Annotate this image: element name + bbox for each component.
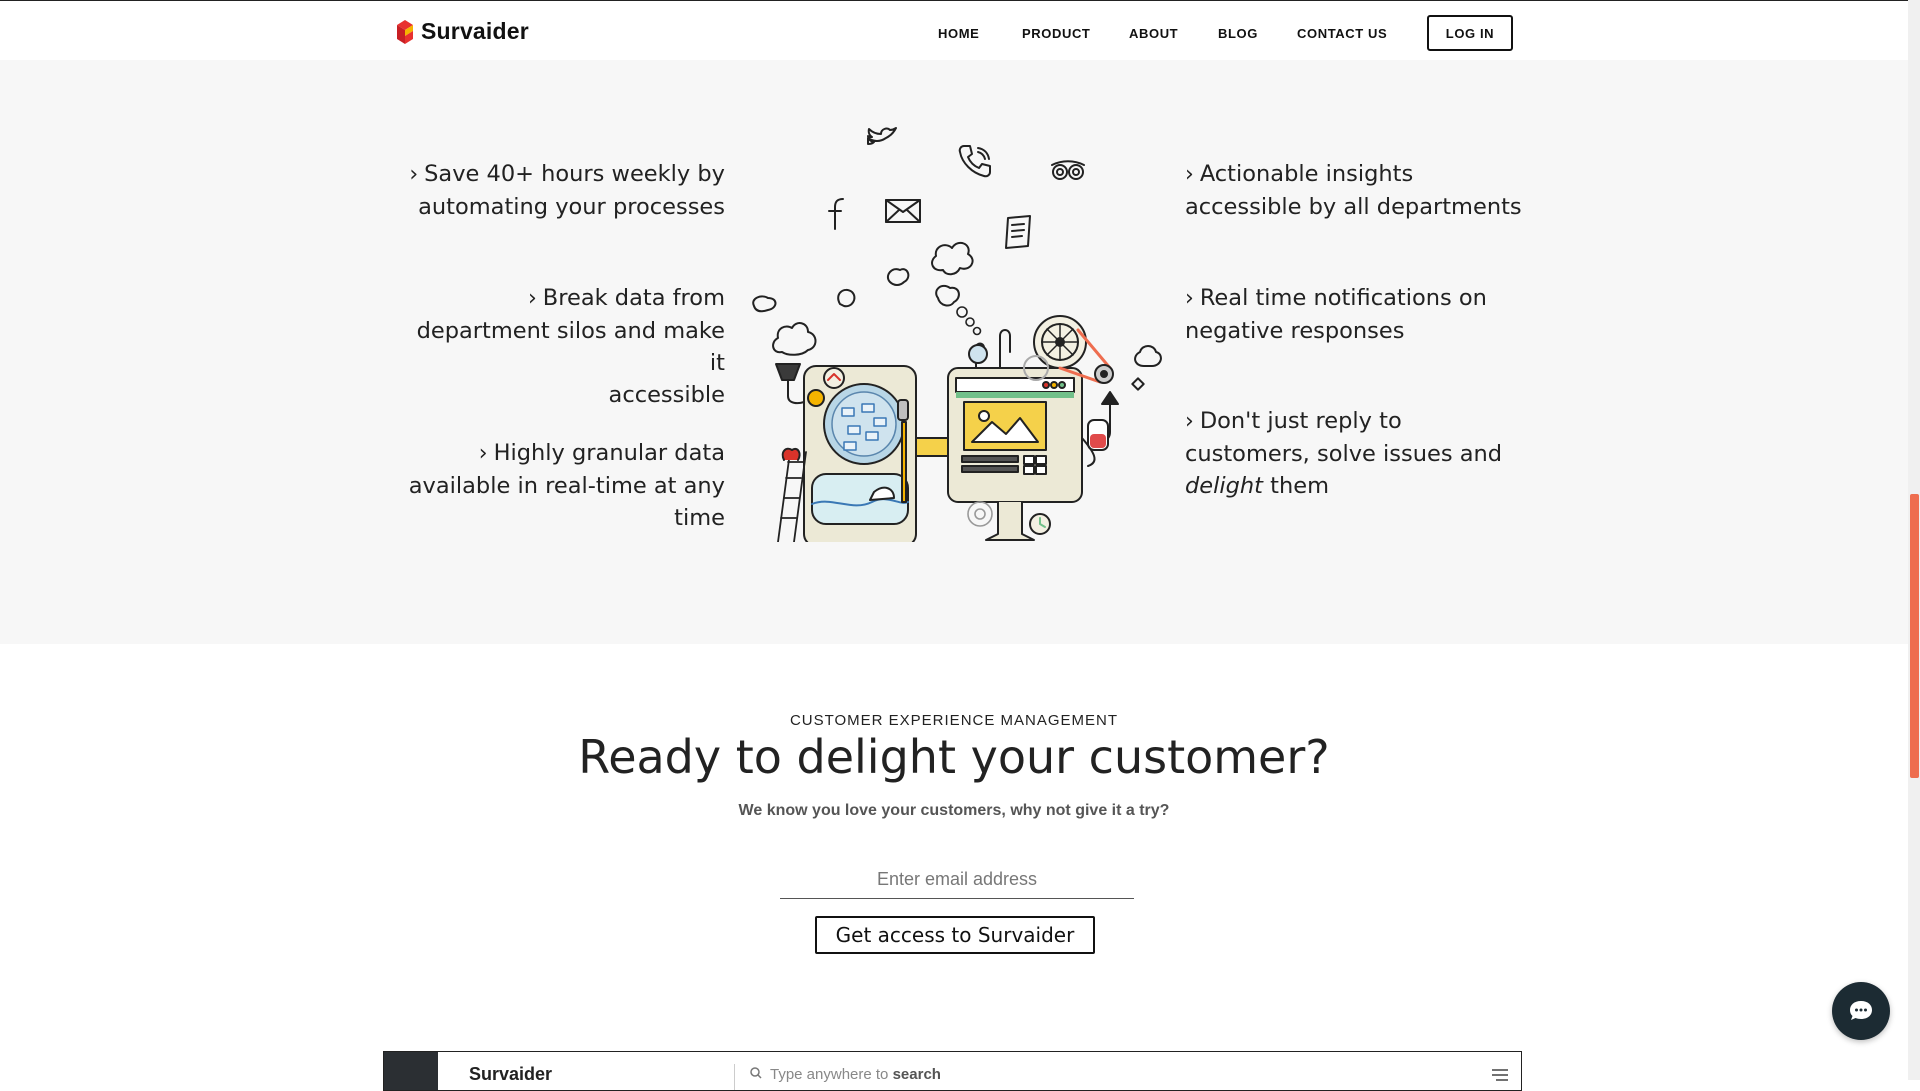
feature-left-3: › Highly granular data available in real-…: [395, 437, 725, 534]
nav-home[interactable]: HOME: [938, 26, 979, 41]
feature-left-1: › Save 40+ hours weekly by automating you…: [395, 158, 725, 223]
facebook-icon: [828, 198, 844, 230]
preview-sidebar: [384, 1052, 438, 1090]
brand-name: Survaider: [421, 18, 529, 44]
feature-text: Highly granular data: [493, 440, 725, 466]
preview-brand: Survaider: [469, 1064, 553, 1084]
steam-dots: [956, 306, 982, 336]
twitter-icon: [867, 127, 897, 145]
chevron-right-icon: ›: [478, 441, 488, 466]
feature-right-3: › Don't just reply to customers, solve is…: [1185, 405, 1530, 502]
chevron-right-icon: ›: [1185, 409, 1194, 434]
feature-text: Real time notifications on: [1199, 285, 1487, 311]
feature-text: Actionable insights: [1199, 161, 1414, 187]
nav-contact-us[interactable]: CONTACT US: [1297, 26, 1387, 41]
chevron-right-icon: ›: [1185, 162, 1194, 187]
scrollbar-thumb[interactable]: [1910, 494, 1919, 778]
feature-right-1: › Actionable insights accessible by all d…: [1185, 158, 1530, 223]
phone-icon: [958, 145, 991, 178]
page-scrollbar[interactable]: [1908, 0, 1920, 1080]
chat-widget-button[interactable]: [1832, 982, 1890, 1040]
nav-product[interactable]: PRODUCT: [1022, 26, 1090, 41]
feature-text: Save 40+ hours weekly by: [424, 161, 725, 187]
top-navbar: Survaider HOME PRODUCT ABOUT BLOG CONTAC…: [0, 0, 1908, 60]
cta-heading: Ready to delight your customer?: [578, 730, 1330, 784]
feature-text: automating your processes: [418, 194, 725, 220]
feature-text: accessible: [608, 382, 725, 408]
section-eyebrow: CUSTOMER EXPERIENCE MANAGEMENT: [789, 712, 1119, 729]
login-button[interactable]: LOG IN: [1427, 15, 1513, 51]
feature-text: Break data from: [542, 285, 725, 311]
feature-text: department silos and make it: [416, 318, 725, 376]
search-hint-bold: search: [892, 1066, 941, 1083]
brand-logo[interactable]: Survaider: [395, 18, 529, 45]
preview-search-hint[interactable]: Type anywhere to search: [770, 1066, 941, 1083]
nav-about[interactable]: ABOUT: [1129, 26, 1178, 41]
nav-blog[interactable]: BLOG: [1218, 26, 1258, 41]
feature-text: negative responses: [1185, 318, 1405, 344]
ladder: [777, 451, 807, 542]
get-access-button[interactable]: Get access to Survaider: [815, 916, 1095, 954]
gear: [967, 501, 993, 527]
feature-text: accessible by all departments: [1185, 194, 1522, 220]
chevron-right-icon: ›: [527, 286, 537, 311]
chevron-right-icon: ›: [409, 162, 419, 187]
survaider-logo-icon: [397, 19, 413, 44]
mail-icon: [885, 199, 921, 223]
document-icon: [1005, 215, 1031, 249]
email-input[interactable]: [780, 860, 1134, 899]
feature-emphasis: delight: [1185, 473, 1263, 499]
tripadvisor-icon: [1051, 160, 1085, 180]
feature-text: available in real-time at any: [408, 473, 725, 499]
search-icon: [750, 1067, 762, 1079]
app-preview: Survaider Type anywhere to search: [383, 1051, 1522, 1091]
feature-left-2: › Break data from department silos and ma…: [395, 282, 725, 411]
features-section: › Save 40+ hours weekly by automating you…: [0, 60, 1908, 644]
feedback-machine-illustration: [752, 127, 1162, 542]
feature-text: them: [1263, 473, 1329, 499]
chevron-right-icon: ›: [1185, 286, 1194, 311]
cta-subtitle: We know you love your customers, why not…: [738, 802, 1170, 819]
search-hint-text: Type anywhere to: [770, 1066, 893, 1083]
chat-bubble-icon: [1850, 1001, 1872, 1020]
feature-right-2: › Real time notifications on negative res…: [1185, 282, 1530, 347]
feature-text: Don't just reply to: [1199, 408, 1402, 434]
preview-divider: [734, 1064, 735, 1090]
feature-text: time: [674, 505, 725, 531]
feature-text: customers, solve issues and: [1185, 441, 1503, 467]
